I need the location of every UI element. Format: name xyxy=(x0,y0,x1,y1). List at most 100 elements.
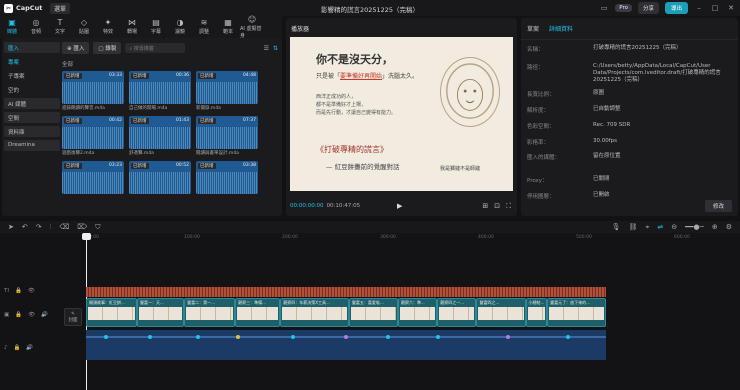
audio-keyframe-marker[interactable] xyxy=(386,335,390,339)
timeline-settings-icon[interactable]: ⚙ xyxy=(726,223,732,231)
zoom-slider[interactable]: ━━●─ xyxy=(685,223,704,231)
tab-1[interactable]: ◎ 音頻 xyxy=(24,16,48,38)
zoom-out-icon[interactable]: ⊖ xyxy=(671,223,677,231)
video-clip[interactable]: 豐富二：第一... xyxy=(184,298,236,327)
select-tool-icon[interactable]: ➤ xyxy=(8,223,14,231)
crop-icon[interactable]: ⊞ xyxy=(482,202,488,211)
eye-icon[interactable]: 👁 xyxy=(28,288,35,294)
video-clip[interactable]: 豐富一：天... xyxy=(137,298,185,327)
ruler-tick: 500:00 xyxy=(576,235,592,240)
speaker-icon[interactable]: 🔊 xyxy=(41,312,48,318)
audio-keyframe-marker[interactable] xyxy=(104,335,108,339)
lock-icon[interactable]: 🔒 xyxy=(15,288,22,294)
sidebar-item-1[interactable]: 專案 xyxy=(4,56,60,67)
redo-icon[interactable]: ↷ xyxy=(36,223,42,231)
zoom-in-icon[interactable]: ⊕ xyxy=(712,223,718,231)
media-search-input[interactable]: ⌕ 搜尋媒體 xyxy=(125,43,186,53)
preview-canvas[interactable]: 你不是沒天分， 只是被「要準備好再開始」洗腦太久。 西洋正成功的人， 都不是準備… xyxy=(290,37,513,191)
speaker-icon[interactable]: 🔊 xyxy=(26,345,33,351)
media-item[interactable]: 已新增 01:43 舒適聲.m4a xyxy=(129,116,191,157)
text-track-clips[interactable] xyxy=(86,287,606,297)
tab-4[interactable]: ✦ 特效 xyxy=(96,16,120,38)
video-clip[interactable]: 豐富元了：放下來的... xyxy=(547,298,607,327)
sidebar-item-4[interactable]: AI 媒體 xyxy=(4,98,60,109)
sidebar-item-6[interactable]: 資料庫 xyxy=(4,126,60,137)
eye-icon[interactable]: 👁 xyxy=(28,312,35,318)
tab-7[interactable]: ◑ 濾鏡 xyxy=(168,16,192,38)
pro-badge[interactable]: Pro xyxy=(615,4,632,12)
media-item[interactable]: 已新增 07:37 閱讀與書單設計.m4a xyxy=(196,116,258,157)
audio-keyframe-marker[interactable] xyxy=(236,335,240,339)
snap-icon[interactable]: ⌖ xyxy=(645,223,649,232)
minimize-icon[interactable]: – xyxy=(694,4,704,12)
sidebar-item-3[interactable]: 空的 xyxy=(4,84,60,95)
details-tab-0[interactable]: 草案 xyxy=(527,24,539,33)
video-clip[interactable]: 豐富四之... xyxy=(476,298,526,327)
share-button[interactable]: 分享 xyxy=(637,2,659,14)
ratio-icon[interactable]: ⊡ xyxy=(494,202,500,211)
audio-keyframe-marker[interactable] xyxy=(291,335,295,339)
record-button[interactable]: ▢ 錄製 xyxy=(93,42,122,54)
media-item[interactable]: 已新增 00:52 xyxy=(129,161,191,202)
audio-keyframe-marker[interactable] xyxy=(436,335,440,339)
marker-icon[interactable]: ⛉ xyxy=(95,223,100,232)
video-clip[interactable]: 開頭故事：紅豆餅... xyxy=(86,298,138,327)
video-clip[interactable]: 觀察三：準備... xyxy=(235,298,281,327)
tab-6[interactable]: ▤ 字幕 xyxy=(144,16,168,38)
import-button[interactable]: ⊕ 匯入 xyxy=(62,42,90,54)
close-icon[interactable]: ✕ xyxy=(726,4,736,12)
media-item[interactable]: 已新增 03:33 進錄朗讀的聲音.m4a xyxy=(62,71,124,112)
tab-2[interactable]: T 文字 xyxy=(48,16,72,38)
media-item[interactable]: 已新增 03:38 xyxy=(196,161,258,202)
tab-8[interactable]: ≋ 調整 xyxy=(192,16,216,38)
audio-keyframe-marker[interactable] xyxy=(566,335,570,339)
cover-button[interactable]: ✎ 封面 xyxy=(64,308,82,326)
tab-5[interactable]: ⋈ 轉場 xyxy=(120,16,144,38)
view-toggle-icon[interactable]: ☰ xyxy=(264,45,269,52)
lock-icon[interactable]: 🔒 xyxy=(14,345,21,351)
delete-left-icon[interactable]: ⌫ xyxy=(59,223,69,231)
sort-icon[interactable]: ⇅ xyxy=(273,45,278,52)
play-icon[interactable]: ▶ xyxy=(397,202,402,210)
audio-keyframe-marker[interactable] xyxy=(344,335,348,339)
media-item[interactable]: 已新增 00:42 遊戲後聲2.m4a xyxy=(62,116,124,157)
audio-keyframe-marker[interactable] xyxy=(148,335,152,339)
sidebar-item-7[interactable]: Dreamina xyxy=(4,140,60,151)
sidebar-item-0[interactable]: 匯入 xyxy=(4,42,60,53)
toolbar-label: 貼圖 xyxy=(78,29,89,35)
media-item[interactable]: 已新增 00:36 自己做的開場.m4a xyxy=(129,71,191,112)
undo-icon[interactable]: ↶ xyxy=(22,223,28,231)
layout-icon[interactable]: ▭ xyxy=(599,4,609,12)
tab-0[interactable]: ▣ 媒體 xyxy=(0,16,24,38)
audio-keyframe-marker[interactable] xyxy=(196,335,200,339)
preview-axis-icon[interactable]: ⇌ xyxy=(657,223,663,231)
video-clip[interactable]: 觀察四：年薪決策X工具... xyxy=(280,298,349,327)
modify-button[interactable]: 修改 xyxy=(704,200,732,212)
time-ruler[interactable]: 00:00 100:00 200:00 300:00 400:00 500:00 600:0… xyxy=(86,235,740,245)
export-button[interactable]: 導出 xyxy=(664,2,688,14)
details-tab-1[interactable]: 詳細資料 xyxy=(549,24,573,33)
media-item[interactable]: 已新增 04:48 新聞錄.m4a xyxy=(196,71,258,112)
video-clip[interactable]: 觀察六：準... xyxy=(397,298,438,327)
main-menu-button[interactable]: 選單 xyxy=(50,2,71,14)
link-icon[interactable]: ⛓ xyxy=(628,223,637,231)
sidebar-item-5[interactable]: 空間 xyxy=(4,112,60,123)
audio-track[interactable] xyxy=(86,330,606,360)
details-label: 長寬比例： xyxy=(527,92,555,98)
tab-10[interactable]: ☺ AI 虛擬替身 xyxy=(240,15,264,39)
tab-9[interactable]: ▦ 範本 xyxy=(216,16,240,38)
split-icon[interactable]: ⫶ xyxy=(50,223,52,232)
media-item[interactable]: 已新增 03:23 xyxy=(62,161,124,202)
sidebar-item-2[interactable]: 子專案 xyxy=(4,70,60,81)
fullscreen-icon[interactable]: ⛶ xyxy=(506,202,511,211)
video-clip[interactable]: 觀察四之一... xyxy=(437,298,477,327)
delete-icon[interactable]: ⌦ xyxy=(77,223,87,231)
video-clip[interactable]: 豐富五：喜愛吸... xyxy=(348,298,398,327)
audio-keyframe-marker[interactable] xyxy=(506,335,510,339)
lock-icon[interactable]: 🔒 xyxy=(15,312,22,318)
maximize-icon[interactable]: □ xyxy=(710,4,720,12)
tab-3[interactable]: ◇ 貼圖 xyxy=(72,16,96,38)
media-duration: 03:33 xyxy=(109,73,122,78)
microphone-icon[interactable]: 🎙 xyxy=(612,223,621,231)
video-clip[interactable]: 小總結... xyxy=(525,298,548,327)
